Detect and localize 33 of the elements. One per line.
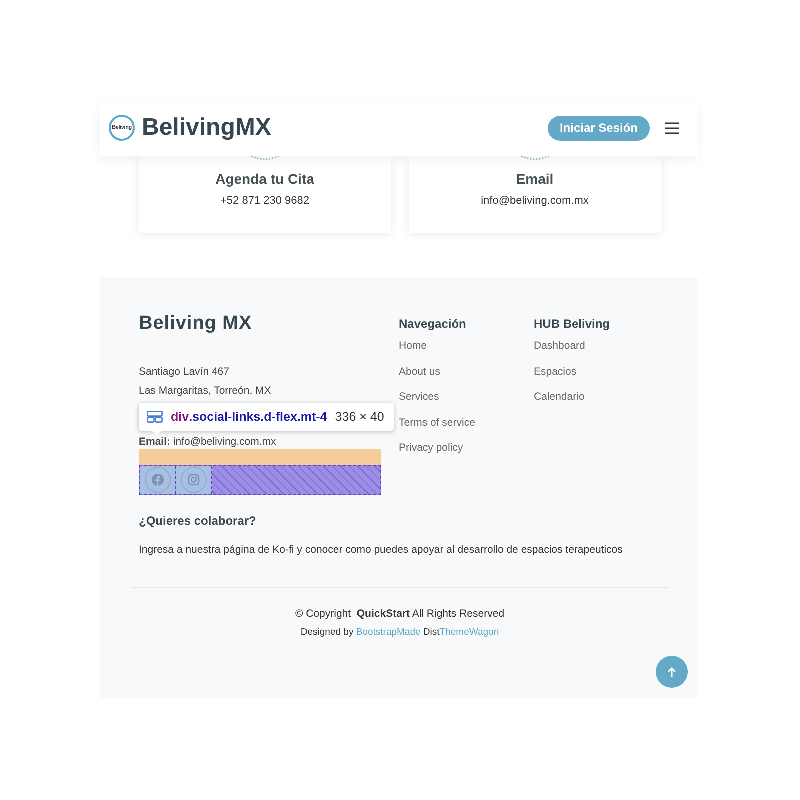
- footer-link[interactable]: Services: [399, 391, 534, 416]
- flex-layout-icon: [147, 411, 163, 423]
- footer-link[interactable]: Home: [399, 340, 534, 366]
- email-line: Email: info@beliving.com.mx: [139, 436, 278, 449]
- footer-title: Beliving MX: [139, 313, 254, 336]
- card-title: Email: [516, 171, 554, 187]
- address-line: Las Margaritas, Torreón, MX: [139, 385, 272, 399]
- arrow-up-icon: [667, 666, 677, 678]
- copyright-text: © Copyright QuickStart All Rights Reserved: [294, 608, 506, 620]
- element-size: 336 × 40: [335, 410, 384, 424]
- footer-link[interactable]: Terms of service: [399, 416, 534, 442]
- credits-text: Designed by BootstrapMade DistThemeWagon: [300, 627, 500, 638]
- column-heading: HUB Beliving: [534, 317, 612, 331]
- instagram-icon: [188, 474, 200, 486]
- card-detail: info@beliving.com.mx: [481, 195, 589, 207]
- collab-heading: ¿Quieres colaborar?: [139, 514, 258, 528]
- facebook-link[interactable]: [140, 466, 176, 494]
- footer-link[interactable]: Espacios: [534, 366, 669, 391]
- column-heading: Navegación: [399, 317, 468, 331]
- brand-name[interactable]: BelivingMX: [142, 114, 272, 142]
- footer-link[interactable]: Calendario: [534, 391, 669, 416]
- menu-icon[interactable]: [664, 122, 680, 134]
- element-selector: div.social-links.d-flex.mt-4: [171, 410, 328, 424]
- card-detail: +52 871 230 9682: [220, 195, 310, 207]
- footer-link[interactable]: About us: [399, 366, 534, 391]
- instagram-link[interactable]: [176, 466, 212, 494]
- address-line: Santiago Lavín 467: [139, 366, 230, 380]
- footer-link[interactable]: Privacy policy: [399, 442, 534, 468]
- facebook-icon: [152, 474, 164, 486]
- scroll-top-button[interactable]: [656, 656, 688, 688]
- card-title: Agenda tu Cita: [216, 171, 314, 187]
- collab-text: Ingresa a nuestra página de Ko-fi y conocer como puedes apoyar al desarrollo de espacios terapeuticos: [139, 544, 624, 556]
- footer-link[interactable]: Dashboard: [534, 340, 669, 366]
